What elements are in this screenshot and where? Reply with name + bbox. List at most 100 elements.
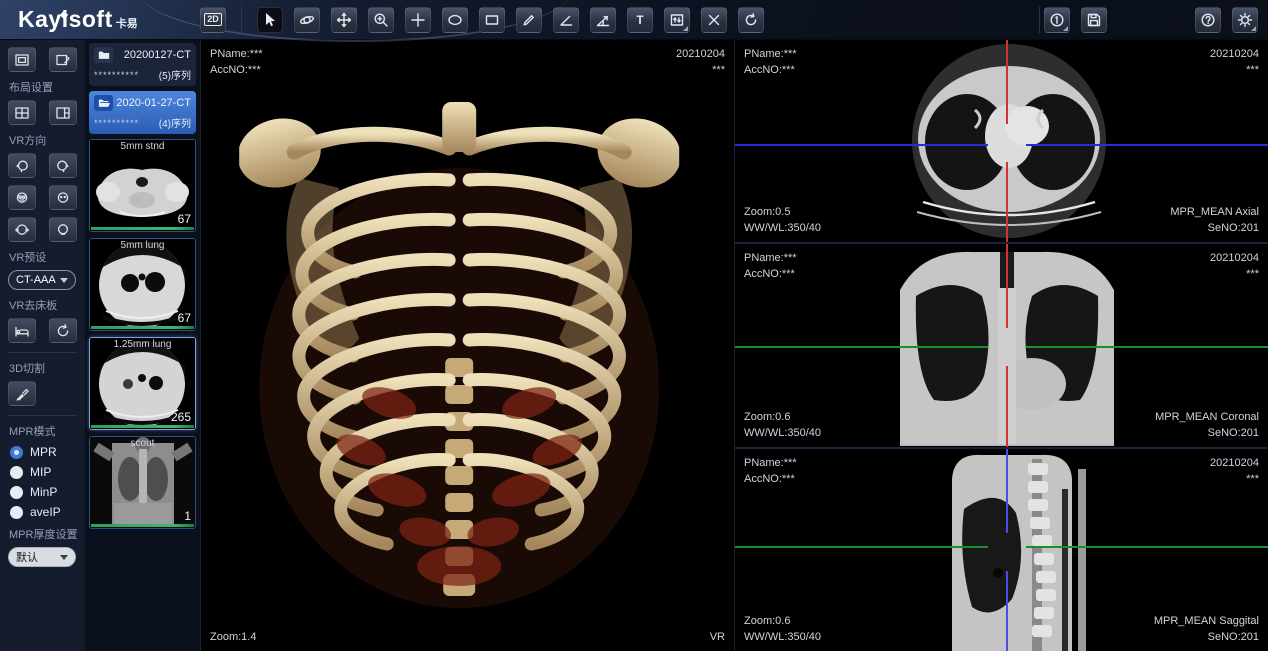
series-thumbnail-scout[interactable]: scout 1 (89, 436, 196, 529)
report-button[interactable] (1044, 7, 1070, 33)
zoom-tool-button[interactable] (368, 7, 394, 33)
app-logo: Kayisoft 卡易 (0, 6, 200, 33)
tool-button-group: 2D (200, 7, 764, 33)
length-measure-button[interactable] (516, 7, 542, 33)
zoom-factor: Zoom:1.4 (210, 629, 256, 645)
masked-value: *** (676, 62, 725, 78)
patient-name: PName:*** (744, 455, 797, 471)
main-content-row: 布局设置 VR方向 (0, 40, 1268, 651)
2d-view-button[interactable]: 2D (200, 7, 226, 33)
axial-vertical-reference-line[interactable] (1006, 40, 1008, 242)
cobb-angle-button[interactable] (590, 7, 616, 33)
face-anterior-icon (14, 190, 30, 206)
series-number: SeNO:201 (1154, 629, 1259, 645)
scalpel-button[interactable] (8, 381, 36, 406)
rect-roi-button[interactable] (479, 7, 505, 33)
study-date: 20210204 (1210, 250, 1259, 266)
vr-head-superior-button[interactable] (8, 217, 36, 242)
vr-preset-value: CT-AAA (16, 274, 56, 286)
coronal-overlay-bottom-left: Zoom:0.6 WW/WL:350/40 (744, 409, 821, 441)
top-toolbar: Kayisoft 卡易 2D (0, 0, 1268, 40)
study-masked-id: ********** (94, 118, 139, 128)
angle-measure-button[interactable] (553, 7, 579, 33)
study-title: 2020-01-27-CT (116, 97, 191, 109)
rectangle-icon (484, 12, 500, 28)
vr-head-left-button[interactable] (8, 153, 36, 178)
save-button[interactable] (1081, 7, 1107, 33)
layout-buttons-row1 (8, 47, 77, 72)
vr-head-inferior-button[interactable] (49, 217, 77, 242)
text-annotation-button[interactable]: T (627, 7, 653, 33)
magnifier-plus-icon (373, 12, 389, 28)
mpr-thickness-select[interactable]: 默认 (8, 547, 76, 567)
coronal-overlay-bottom-right: MPR_MEAN Coronal SeNO:201 (1155, 409, 1259, 441)
head-inferior-icon (55, 222, 71, 238)
layout-edit-button[interactable] (49, 47, 77, 72)
mpr-mode-label: MPR模式 (9, 423, 77, 439)
reset-view-button[interactable] (738, 7, 764, 33)
locate-crosshair-button[interactable] (405, 7, 431, 33)
mpr-sagittal-panel[interactable]: PName:*** AccNO:*** 20210204 *** Zoom:0.… (735, 449, 1268, 651)
sagittal-horizontal-reference-line[interactable] (735, 546, 1268, 548)
vr-viewport[interactable]: PName:*** AccNO:*** 20210204 *** Zoom:1.… (200, 40, 735, 651)
mpr-axial-panel[interactable]: PName:*** AccNO:*** 20210204 *** Zoom:0.… (735, 40, 1268, 242)
folder-icon (94, 47, 113, 63)
vr-preset-select[interactable]: CT-AAA (8, 270, 76, 290)
report-save-group (1044, 7, 1107, 33)
remove-bed-button[interactable] (8, 318, 36, 343)
vr-head-right-button[interactable] (49, 153, 77, 178)
sagittal-ct-image (920, 449, 1100, 651)
zoom-factor: Zoom:0.5 (744, 204, 821, 220)
vr-overlay-bottom-right: VR (710, 629, 725, 645)
coronal-horizontal-reference-line[interactable] (735, 346, 1268, 348)
pan-tool-button[interactable] (331, 7, 357, 33)
series-description: MPR_MEAN Coronal (1155, 409, 1259, 425)
axial-overlay-top-right: 20210204 *** (1210, 46, 1259, 78)
study-title: 20200127-CT (124, 49, 191, 61)
thumbnail-progress-bar (91, 227, 194, 230)
layout-single-button[interactable] (8, 47, 36, 72)
axial-overlay-top-left: PName:*** AccNO:*** (744, 46, 797, 78)
mpr-mode-option-minp[interactable]: MinP (10, 485, 77, 499)
reset-bed-button[interactable] (49, 318, 77, 343)
zoom-factor: Zoom:0.6 (744, 613, 821, 629)
rotate-3d-button[interactable] (294, 7, 320, 33)
series-thumbnail-5mm-lung[interactable]: 5mm lung 67 (89, 238, 196, 331)
layout-2x2-button[interactable] (8, 100, 36, 125)
sidebar-divider (8, 352, 77, 353)
text-tool-icon: T (632, 12, 648, 28)
axial-horizontal-reference-line[interactable] (735, 144, 1268, 146)
reset-rotate-icon (743, 12, 759, 28)
help-button[interactable] (1195, 7, 1221, 33)
study-item-selected[interactable]: 2020-01-27-CT ********** (4)序列 (89, 91, 196, 134)
pointer-tool-button[interactable] (257, 7, 283, 33)
mpr-mode-option-mip[interactable]: MIP (10, 465, 77, 479)
2d-view-icon: 2D (204, 13, 222, 26)
sagittal-vertical-reference-line[interactable] (1006, 449, 1008, 651)
vr-face-anterior-button[interactable] (8, 185, 36, 210)
thumbnail-image-count: 1 (184, 509, 191, 523)
mpr-coronal-panel[interactable]: PName:*** AccNO:*** 20210204 *** Zoom:0.… (735, 244, 1268, 446)
study-item[interactable]: 20200127-CT ********** (5)序列 (89, 43, 196, 86)
series-number: SeNO:201 (1155, 425, 1259, 441)
reset-rotate-icon (55, 323, 71, 339)
head-superior-icon (14, 222, 30, 238)
vr-face-posterior-button[interactable] (49, 185, 77, 210)
mpr-mode-option-mpr[interactable]: MPR (10, 445, 77, 459)
study-date: 20210204 (1210, 455, 1259, 471)
ellipse-icon (447, 12, 463, 28)
cut-3d-label: 3D切割 (9, 360, 77, 376)
series-thumbnail-1-25mm-lung[interactable]: 1.25mm lung 265 (89, 337, 196, 430)
settings-button[interactable] (1232, 7, 1258, 33)
series-thumbnail-5mm-stnd[interactable]: 5mm stnd 67 (89, 139, 196, 232)
delete-annotation-button[interactable] (701, 7, 727, 33)
sagittal-overlay-top-left: PName:*** AccNO:*** (744, 455, 797, 487)
thumbnail-title: 1.25mm lung (90, 339, 195, 350)
radio-label: MinP (30, 485, 57, 499)
ellipse-roi-button[interactable] (442, 7, 468, 33)
mpr-mode-option-aveip[interactable]: aveIP (10, 505, 77, 519)
sidebar-divider (8, 415, 77, 416)
layout-1-2-button[interactable] (49, 100, 77, 125)
coronal-vertical-reference-line[interactable] (1006, 244, 1008, 446)
window-level-button[interactable] (664, 7, 690, 33)
